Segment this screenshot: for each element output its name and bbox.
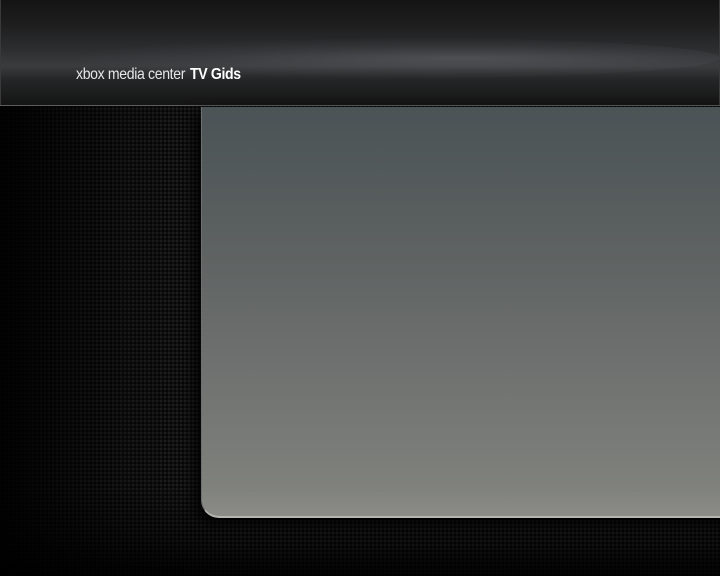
content-panel <box>201 107 720 518</box>
header-bar: xbox media center TV Gids <box>0 0 720 106</box>
page-title: xbox media center TV Gids <box>76 66 248 90</box>
panel-bottom-glow <box>202 486 720 516</box>
section-title: TV Gids <box>189 66 241 83</box>
xbmc-screen: xbox media center TV Gids <box>0 0 720 576</box>
app-name-label: xbox media center <box>76 66 186 83</box>
